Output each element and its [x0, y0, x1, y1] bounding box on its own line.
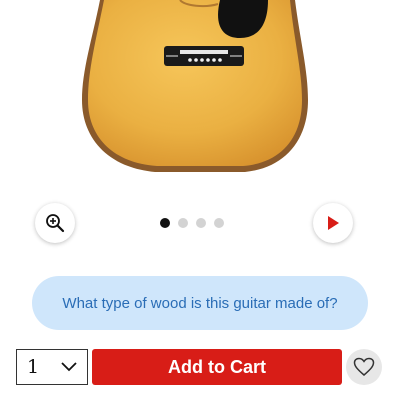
zoom-button[interactable]: [35, 203, 75, 243]
question-suggestion-button[interactable]: What type of wood is this guitar made of…: [32, 276, 368, 330]
quantity-select[interactable]: 1: [16, 349, 88, 385]
add-to-cart-button[interactable]: Add to Cart: [92, 349, 342, 385]
question-suggestion-text: What type of wood is this guitar made of…: [62, 294, 338, 312]
product-image: [82, 0, 308, 172]
carousel-dot-4[interactable]: [214, 218, 224, 228]
add-to-cart-label: Add to Cart: [168, 356, 266, 377]
heart-icon: [353, 357, 375, 376]
quantity-value: 1: [27, 356, 40, 378]
zoom-in-icon: [46, 214, 65, 233]
carousel-dot-2[interactable]: [178, 218, 188, 228]
wishlist-button[interactable]: [346, 349, 382, 385]
carousel-dot-1[interactable]: [160, 218, 170, 228]
chevron-down-icon: [61, 362, 77, 372]
carousel-dots: [160, 218, 224, 228]
next-image-button[interactable]: [313, 203, 353, 243]
play-arrow-icon: [328, 216, 339, 230]
carousel-dot-3[interactable]: [196, 218, 206, 228]
